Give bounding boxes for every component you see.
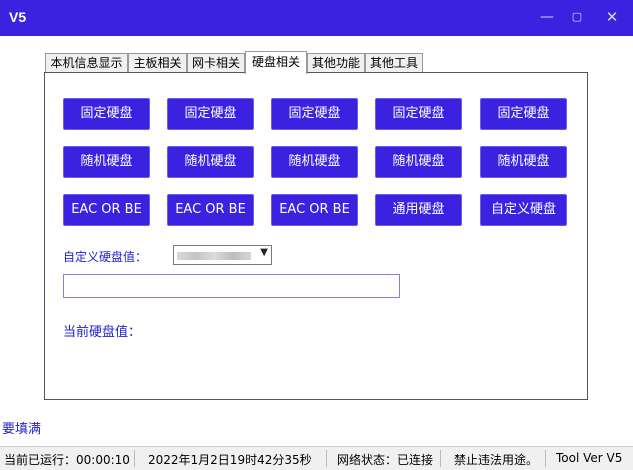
- status-bar: 当前已运行：00:00:10 2022年1月2日19时42分35秒 网络状态：已…: [0, 446, 633, 470]
- tab-other-functions[interactable]: 其他功能: [307, 53, 365, 72]
- fixed-disk-button[interactable]: 固定硬盘: [271, 98, 358, 130]
- eac-or-be-button[interactable]: EAC OR BE: [271, 194, 358, 226]
- hint-text: 要填满: [2, 422, 42, 437]
- tab-other-tools[interactable]: 其他工具: [365, 53, 423, 72]
- random-disk-button[interactable]: 随机硬盘: [167, 146, 254, 178]
- random-disk-button[interactable]: 随机硬盘: [63, 146, 150, 178]
- tab-motherboard[interactable]: 主板相关: [128, 53, 187, 72]
- custom-disk-value-label: 自定义硬盘值：: [63, 250, 148, 264]
- status-divider: [134, 450, 135, 467]
- fixed-disk-button[interactable]: 固定硬盘: [375, 98, 462, 130]
- custom-disk-select[interactable]: ▼: [173, 245, 272, 265]
- custom-disk-value-input[interactable]: [63, 274, 400, 298]
- random-disk-button[interactable]: 随机硬盘: [271, 146, 358, 178]
- chevron-down-icon[interactable]: ▼: [260, 247, 268, 258]
- tab-network-card[interactable]: 网卡相关: [187, 53, 245, 72]
- status-divider: [326, 450, 327, 467]
- close-icon[interactable]: ✕: [600, 6, 624, 28]
- title-bar: V5 — ▢ ✕: [0, 0, 633, 36]
- status-datetime: 2022年1月2日19时42分35秒: [148, 453, 312, 467]
- status-notice: 禁止违法用途。: [454, 453, 539, 467]
- status-runtime: 当前已运行：00:00:10: [4, 453, 130, 467]
- random-disk-button[interactable]: 随机硬盘: [375, 146, 462, 178]
- status-network: 网络状态：已连接: [337, 453, 434, 467]
- fixed-disk-button[interactable]: 固定硬盘: [167, 98, 254, 130]
- random-disk-button[interactable]: 随机硬盘: [480, 146, 567, 178]
- minimize-icon[interactable]: —: [535, 6, 559, 28]
- hard-disk-panel: 固定硬盘 固定硬盘 固定硬盘 固定硬盘 固定硬盘 随机硬盘 随机硬盘 随机硬盘 …: [44, 72, 588, 400]
- status-divider: [440, 450, 441, 467]
- current-disk-value-label: 当前硬盘值：: [63, 325, 142, 340]
- tab-hard-disk[interactable]: 硬盘相关: [245, 51, 307, 74]
- tab-local-info[interactable]: 本机信息显示: [45, 53, 128, 72]
- select-blurred-value: [177, 252, 251, 260]
- generic-disk-button[interactable]: 通用硬盘: [375, 194, 462, 226]
- custom-disk-button[interactable]: 自定义硬盘: [480, 194, 567, 226]
- eac-or-be-button[interactable]: EAC OR BE: [63, 194, 150, 226]
- client-area: 本机信息显示 主板相关 网卡相关 硬盘相关 其他功能 其他工具 固定硬盘 固定硬…: [0, 36, 633, 446]
- status-divider: [545, 450, 546, 467]
- fixed-disk-button[interactable]: 固定硬盘: [63, 98, 150, 130]
- fixed-disk-button[interactable]: 固定硬盘: [480, 98, 567, 130]
- eac-or-be-button[interactable]: EAC OR BE: [167, 194, 254, 226]
- status-version: Tool Ver V5: [556, 451, 623, 465]
- maximize-icon[interactable]: ▢: [565, 6, 589, 28]
- window-title: V5: [9, 9, 27, 25]
